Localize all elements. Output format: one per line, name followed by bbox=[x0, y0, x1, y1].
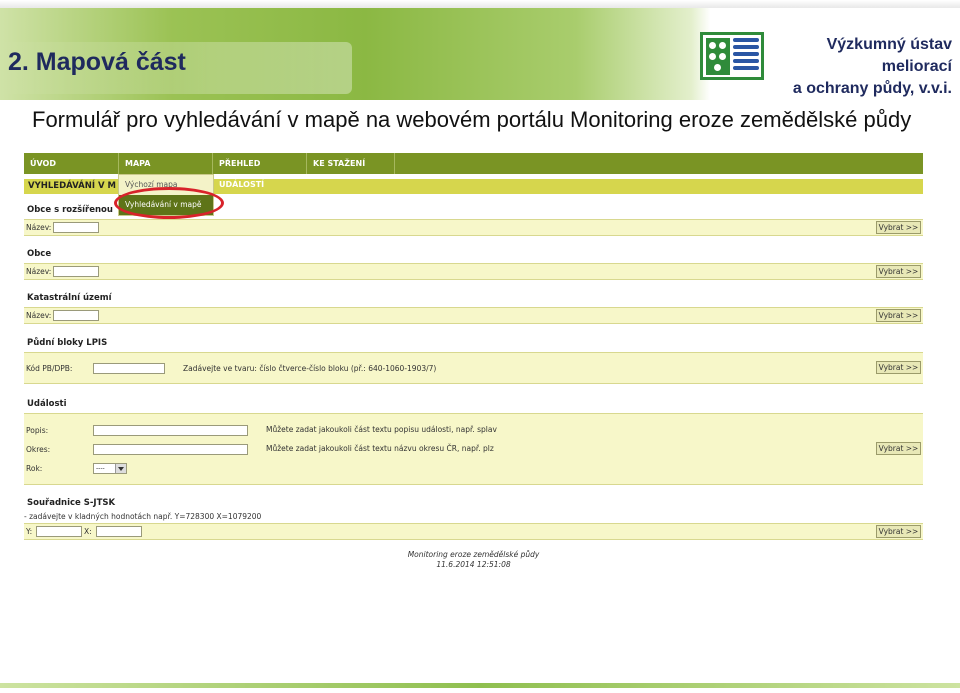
section-title-obce: Obce bbox=[27, 249, 52, 259]
nav-item-prehled-udalosti[interactable]: PŘEHLED UDÁLOSTÍ bbox=[213, 153, 307, 189]
vybrat-button-lpis[interactable]: Vybrat >> bbox=[876, 361, 921, 374]
section-title-lpis: Půdní bloky LPIS bbox=[27, 338, 108, 348]
label-y: Y: bbox=[26, 527, 33, 536]
hint-sjtsk: - zadávejte v kladných hodnotách např. Y… bbox=[24, 512, 262, 521]
section-title-obce-rozsirenou: Obce s rozšířenou bbox=[27, 205, 113, 215]
logo-green-block bbox=[706, 38, 730, 75]
institute-logo-icon bbox=[700, 32, 764, 80]
input-obce[interactable] bbox=[53, 266, 99, 277]
label-nazev: Název: bbox=[26, 267, 52, 276]
vybrat-button-sjtsk[interactable]: Vybrat >> bbox=[876, 525, 921, 538]
main-nav: ÚVOD MAPA PŘEHLED UDÁLOSTÍ KE STAŽENÍ bbox=[24, 153, 923, 189]
input-x[interactable] bbox=[96, 526, 142, 537]
vybrat-button-obce-rozsirenou[interactable]: Vybrat >> bbox=[876, 221, 921, 234]
hint-okres: Můžete zadat jakoukoli část textu názvu … bbox=[266, 444, 494, 453]
row-sjtsk: Y: X: Vybrat >> bbox=[24, 523, 923, 540]
hint-popis: Můžete zadat jakoukoli část textu popisu… bbox=[266, 425, 497, 434]
nav-item-ke-stazeni[interactable]: KE STAŽENÍ bbox=[307, 153, 395, 174]
slide-subtitle: Formulář pro vyhledávání v mapě na webov… bbox=[32, 107, 912, 132]
input-popis[interactable] bbox=[93, 425, 248, 436]
input-y[interactable] bbox=[36, 526, 82, 537]
section-title-udalosti: Události bbox=[27, 399, 67, 409]
portal-footer: Monitoring eroze zemědělské půdy 11.6.20… bbox=[24, 550, 923, 570]
header-shadow bbox=[0, 0, 960, 8]
row-katastralni: Název: Vybrat >> bbox=[24, 307, 923, 324]
label-x: X: bbox=[84, 527, 92, 536]
input-okres[interactable] bbox=[93, 444, 248, 455]
label-okres: Okres: bbox=[26, 445, 51, 454]
footer-title: Monitoring eroze zemědělské půdy bbox=[407, 550, 540, 559]
slide-title: 2. Mapová část bbox=[8, 48, 186, 76]
portal-screenshot: ÚVOD MAPA PŘEHLED UDÁLOSTÍ KE STAŽENÍ VY… bbox=[24, 153, 923, 569]
label-kod-pb: Kód PB/DPB: bbox=[26, 364, 73, 373]
bottom-rule bbox=[0, 683, 960, 688]
institute-line-1: Výzkumný ústav meliorací bbox=[826, 36, 952, 75]
chevron-down-icon[interactable] bbox=[115, 464, 126, 473]
row-udalosti: Popis: Můžete zadat jakoukoli část textu… bbox=[24, 413, 923, 485]
nav-item-mapa[interactable]: MAPA bbox=[119, 153, 213, 174]
vybrat-button-obce[interactable]: Vybrat >> bbox=[876, 265, 921, 278]
label-nazev: Název: bbox=[26, 223, 52, 232]
label-popis: Popis: bbox=[26, 426, 49, 435]
institute-name: Výzkumný ústav meliorací a ochrany půdy,… bbox=[770, 34, 952, 100]
logo-water-lines bbox=[733, 38, 759, 75]
vybrat-button-katastralni[interactable]: Vybrat >> bbox=[876, 309, 921, 322]
section-title-katastralni: Katastrální území bbox=[27, 293, 112, 303]
select-rok[interactable]: ---- bbox=[93, 463, 127, 474]
label-rok: Rok: bbox=[26, 464, 43, 473]
footer-timestamp: 11.6.2014 12:51:08 bbox=[436, 560, 511, 569]
row-obce: Název: Vybrat >> bbox=[24, 263, 923, 280]
input-katastralni[interactable] bbox=[53, 310, 99, 321]
institute-line-2: a ochrany půdy, v.v.i. bbox=[792, 80, 952, 97]
select-rok-value: ---- bbox=[96, 465, 105, 472]
nav-item-uvod[interactable]: ÚVOD bbox=[24, 153, 119, 174]
row-lpis: Kód PB/DPB: Zadávejte ve tvaru: číslo čt… bbox=[24, 352, 923, 384]
input-obce-rozsirenou[interactable] bbox=[53, 222, 99, 233]
hint-lpis: Zadávejte ve tvaru: číslo čtverce-číslo … bbox=[183, 364, 437, 373]
section-title-sjtsk: Souřadnice S-JTSK bbox=[27, 498, 116, 508]
input-kod-pb[interactable] bbox=[93, 363, 165, 374]
highlight-circle bbox=[114, 187, 224, 219]
vybrat-button-udalosti[interactable]: Vybrat >> bbox=[876, 442, 921, 455]
row-obce-rozsirenou: Název: Vybrat >> bbox=[24, 219, 923, 236]
label-nazev: Název: bbox=[26, 311, 52, 320]
